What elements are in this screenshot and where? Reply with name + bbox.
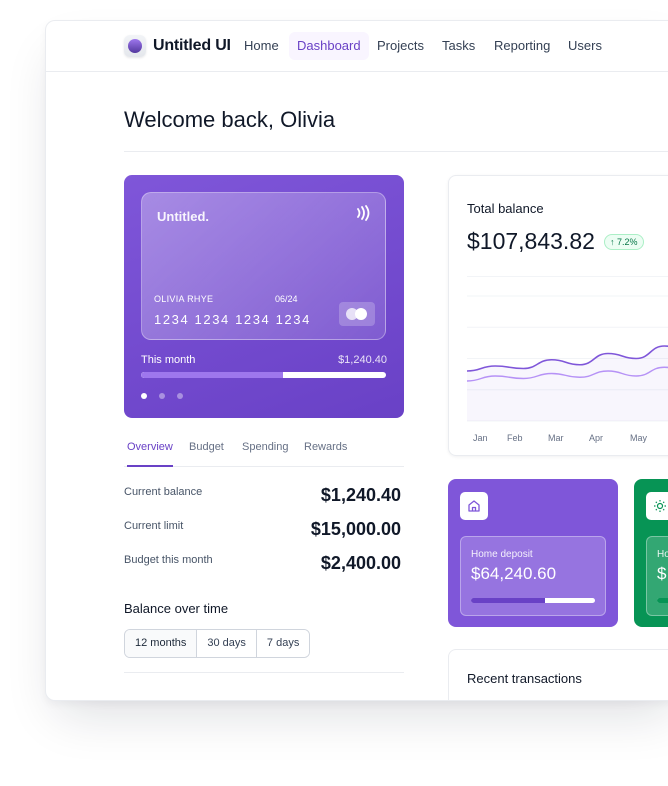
- change-badge: ↑ 7.2%: [604, 234, 644, 250]
- carousel-dot[interactable]: [177, 393, 183, 399]
- this-month-value: $1,240.40: [338, 354, 387, 366]
- account-progress-fill: [471, 598, 546, 603]
- nav-projects[interactable]: Projects: [369, 32, 432, 60]
- nav-reporting[interactable]: Reporting: [486, 32, 558, 60]
- page-title: Welcome back, Olivia: [124, 107, 336, 132]
- x-tick-label: Jan: [473, 433, 488, 443]
- card-number: 1234 1234 1234 1234: [154, 312, 311, 327]
- budget-label: Budget this month: [124, 554, 213, 566]
- home-deposit-card[interactable]: Home deposit $64,240.60: [448, 479, 618, 627]
- mastercard-icon: [339, 302, 375, 326]
- sun-icon: [646, 492, 668, 520]
- divider: [124, 672, 404, 673]
- home-icon: [460, 492, 488, 520]
- card-tabs: Overview Budget Spending Rewards: [124, 439, 404, 467]
- total-balance-title: Total balance: [467, 201, 544, 216]
- credit-card[interactable]: Untitled. OLIVIA RHYE 06/24 1234 1234 12…: [141, 192, 386, 340]
- tab-rewards[interactable]: Rewards: [304, 441, 347, 467]
- divider: [467, 276, 668, 277]
- range-30-days[interactable]: 30 days: [197, 630, 257, 657]
- recent-transactions-title: Recent transactions: [467, 671, 582, 686]
- card-holder: OLIVIA RHYE: [154, 294, 214, 304]
- total-balance-amount: $107,843.82: [467, 228, 595, 254]
- carousel-dot[interactable]: [159, 393, 165, 399]
- tab-budget[interactable]: Budget: [189, 441, 224, 467]
- app-name: Untitled UI: [153, 37, 231, 54]
- carousel-dot[interactable]: [141, 393, 147, 399]
- recent-transactions-card: Recent transactions: [448, 649, 668, 700]
- green-account-card[interactable]: Ho $: [634, 479, 668, 627]
- range-12-months[interactable]: 12 months: [125, 630, 198, 657]
- current-balance-label: Current balance: [124, 486, 203, 498]
- range-7-days[interactable]: 7 days: [256, 630, 310, 657]
- divider: [124, 151, 668, 152]
- top-nav: Untitled UI Home Dashboard Projects Task…: [46, 21, 668, 72]
- card-expiry: 06/24: [275, 294, 298, 304]
- app-window: Untitled UI Home Dashboard Projects Task…: [45, 20, 668, 701]
- account-label: Ho: [657, 549, 668, 560]
- this-month-progress: [141, 372, 386, 378]
- contactless-icon: [355, 205, 371, 225]
- current-limit-label: Current limit: [124, 520, 184, 532]
- account-progress: [471, 598, 595, 603]
- x-tick-label: May: [630, 433, 648, 443]
- total-balance-card: Total balance $107,843.82 ↑ 7.2% Jan Feb M…: [448, 175, 668, 456]
- account-summary: Ho $: [646, 536, 668, 616]
- tab-spending[interactable]: Spending: [242, 441, 289, 467]
- card-brand: Untitled.: [157, 209, 209, 224]
- account-progress-fill: [657, 598, 668, 603]
- current-balance-value: $1,240.40: [320, 485, 401, 505]
- credit-card-panel[interactable]: Untitled. OLIVIA RHYE 06/24 1234 1234 12…: [124, 175, 404, 418]
- range-segmented-control: 12 months 30 days 7 days: [124, 629, 311, 658]
- account-value: $: [657, 564, 667, 583]
- nav-users[interactable]: Users: [560, 32, 610, 60]
- logo-icon: [124, 35, 146, 57]
- this-month-label: This month: [141, 354, 196, 366]
- balance-chart: Jan Feb Mar Apr May: [466, 295, 668, 443]
- nav-home[interactable]: Home: [236, 32, 287, 60]
- nav-dashboard[interactable]: Dashboard: [289, 32, 369, 60]
- account-label: Home deposit: [471, 549, 533, 560]
- series-area: [467, 346, 668, 421]
- account-summary: Home deposit $64,240.60: [460, 536, 606, 616]
- this-month-progress-fill: [141, 372, 284, 378]
- x-tick-label: Mar: [548, 433, 564, 443]
- nav-tasks[interactable]: Tasks: [434, 32, 483, 60]
- x-tick-label: Feb: [507, 433, 523, 443]
- tab-overview[interactable]: Overview: [127, 441, 173, 467]
- x-tick-label: Apr: [589, 433, 603, 443]
- carousel-dots: [141, 393, 183, 399]
- account-value: $64,240.60: [471, 564, 557, 583]
- balance-over-time-title: Balance over time: [124, 601, 229, 616]
- account-progress: [657, 598, 668, 603]
- current-limit-value: $15,000.00: [310, 519, 401, 539]
- budget-value: $2,400.00: [320, 553, 401, 573]
